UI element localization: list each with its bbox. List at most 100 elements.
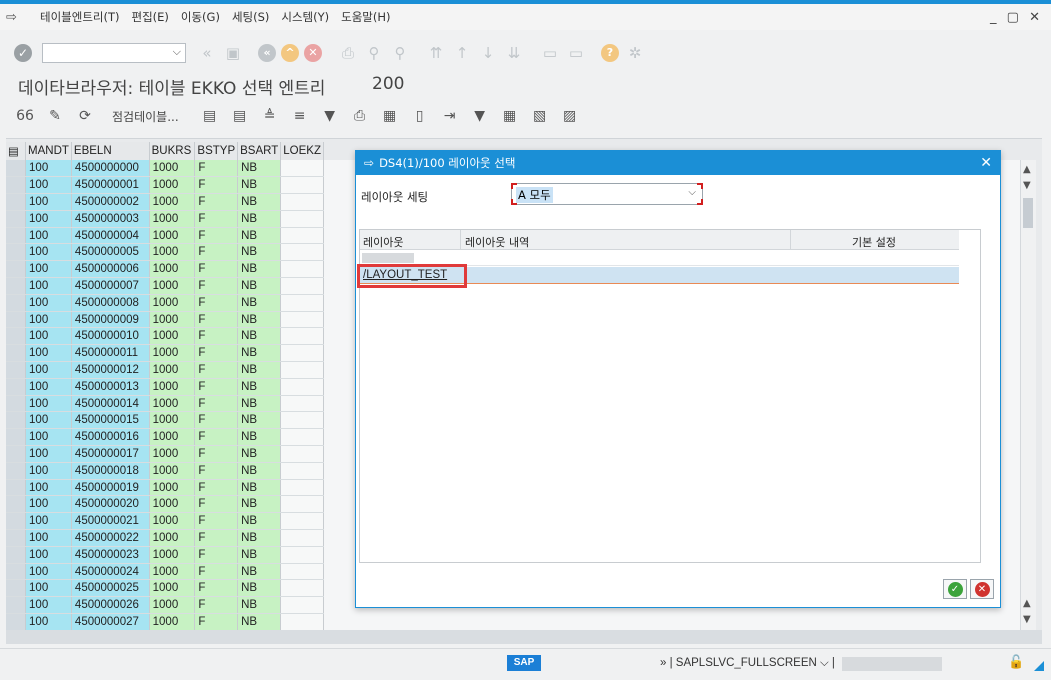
table-cell[interactable] [280, 243, 324, 262]
row-selector[interactable] [6, 243, 27, 262]
first-page-icon[interactable]: ⇈ [425, 43, 447, 63]
new-session-icon[interactable]: ▭ [539, 43, 561, 63]
row-selector[interactable] [6, 579, 27, 598]
select-column-alt-icon[interactable]: ▤ [229, 106, 251, 126]
table-cell[interactable]: F [194, 428, 239, 447]
table-cell[interactable]: 1000 [149, 327, 196, 346]
table-cell[interactable]: 4500000007 [71, 277, 150, 295]
table-cell[interactable]: NB [237, 243, 282, 262]
column-header-loekz[interactable]: LOEKZ [280, 142, 324, 160]
shortcut-icon[interactable]: ▭ [565, 43, 587, 63]
table-cell[interactable]: 4500000025 [71, 579, 150, 598]
table-cell[interactable]: 100 [25, 176, 72, 195]
table-cell[interactable]: NB [237, 176, 282, 195]
table-cell[interactable]: F [194, 529, 239, 547]
row-selector[interactable] [6, 546, 27, 564]
table-row[interactable]: 100 4500000014 1000 F NB [6, 395, 324, 413]
help-icon[interactable]: ? [601, 44, 619, 62]
table-cell[interactable]: 1000 [149, 311, 196, 329]
system-info[interactable]: » | SAPLSLVC_FULLSCREEN ⌵ | [660, 657, 835, 670]
table-cell[interactable] [280, 462, 324, 480]
table-cell[interactable]: 4500000017 [71, 445, 150, 463]
table-cell[interactable]: F [194, 344, 239, 363]
back-icon[interactable]: « [258, 44, 276, 62]
table-cell[interactable]: 1000 [149, 596, 196, 615]
table-cell[interactable]: NB [237, 479, 282, 497]
table-cell[interactable]: 1000 [149, 193, 196, 211]
row-selector[interactable] [6, 277, 27, 295]
table-cell[interactable]: NB [237, 411, 282, 430]
table-cell[interactable]: 4500000018 [71, 462, 150, 480]
sort-descending-icon[interactable]: ≡ [289, 106, 311, 126]
table-cell[interactable]: 1000 [149, 428, 196, 447]
table-cell[interactable]: 1000 [149, 445, 196, 463]
table-cell[interactable]: NB [237, 361, 282, 379]
table-cell[interactable]: 4500000004 [71, 227, 150, 245]
table-cell[interactable]: 1000 [149, 277, 196, 295]
menu-item-settings[interactable]: 세팅(S) [232, 9, 269, 25]
table-cell[interactable]: NB [237, 227, 282, 245]
column-header-ebeln[interactable]: EBELN [71, 142, 150, 160]
table-row[interactable]: 100 4500000008 1000 F NB [6, 294, 324, 312]
table-cell[interactable] [280, 176, 324, 195]
table-row[interactable]: 100 4500000009 1000 F NB [6, 311, 324, 329]
table-cell[interactable] [280, 277, 324, 295]
table-cell[interactable]: 1000 [149, 243, 196, 262]
confirm-button[interactable]: ✓ [943, 579, 967, 599]
table-cell[interactable]: 100 [25, 479, 72, 497]
table-cell[interactable]: 4500000026 [71, 596, 150, 615]
table-cell[interactable]: 100 [25, 546, 72, 564]
table-cell[interactable]: 100 [25, 462, 72, 480]
table-cell[interactable]: F [194, 210, 239, 228]
table-cell[interactable]: 4500000009 [71, 311, 150, 329]
enter-check-icon[interactable]: ✓ [14, 44, 32, 62]
table-cell[interactable]: 4500000027 [71, 613, 150, 631]
table-cell[interactable]: 100 [25, 512, 72, 531]
chevron-down-icon[interactable]: ⌵ [688, 187, 696, 198]
table-cell[interactable]: 1000 [149, 529, 196, 547]
table-row[interactable]: 100 4500000001 1000 F NB [6, 176, 324, 195]
cancel-icon[interactable]: ✕ [304, 44, 322, 62]
table-row[interactable]: 100 4500000016 1000 F NB [6, 428, 324, 447]
column-header-description[interactable]: 레이아웃 내역 [465, 234, 529, 250]
scroll-thumb[interactable] [1023, 198, 1033, 228]
previous-page-icon[interactable]: ↑ [451, 43, 473, 63]
table-cell[interactable]: 100 [25, 495, 72, 514]
table-cell[interactable]: NB [237, 613, 282, 631]
table-cell[interactable] [280, 445, 324, 463]
row-selector[interactable] [6, 445, 27, 463]
column-header-bstyp[interactable]: BSTYP [194, 142, 239, 160]
table-cell[interactable]: F [194, 563, 239, 581]
table-cell[interactable] [280, 160, 324, 178]
table-row[interactable]: 100 4500000021 1000 F NB [6, 512, 324, 531]
table-cell[interactable]: NB [237, 260, 282, 279]
table-cell[interactable]: NB [237, 512, 282, 531]
scroll-up-bottom-icon[interactable]: ▲ [1023, 598, 1031, 609]
row-selector[interactable] [6, 311, 27, 329]
table-row[interactable]: 100 4500000026 1000 F NB [6, 596, 324, 615]
column-header-bsart[interactable]: BSART [237, 142, 282, 160]
print-icon[interactable]: ⎙ [337, 43, 359, 63]
chevron-down-icon[interactable]: ⌵ [173, 45, 181, 59]
table-row[interactable]: 100 4500000020 1000 F NB [6, 495, 324, 514]
exit-icon[interactable]: ^ [281, 44, 299, 62]
table-cell[interactable]: F [194, 395, 239, 413]
table-cell[interactable]: F [194, 361, 239, 379]
dialog-menu-icon[interactable]: ⇨ [364, 156, 374, 170]
table-cell[interactable] [280, 344, 324, 363]
table-cell[interactable]: 4500000000 [71, 160, 150, 178]
row-selector[interactable] [6, 327, 27, 346]
horizontal-scroll-area[interactable] [6, 630, 1042, 644]
row-selector[interactable] [6, 227, 27, 245]
table-cell[interactable]: F [194, 411, 239, 430]
table-cell[interactable]: 100 [25, 361, 72, 379]
gear-icon[interactable]: ✲ [624, 43, 646, 63]
table-cell[interactable]: F [194, 327, 239, 346]
table-cell[interactable] [280, 546, 324, 564]
table-cell[interactable] [280, 327, 324, 346]
table-cell[interactable]: 4500000022 [71, 529, 150, 547]
close-icon[interactable]: ✕ [980, 155, 992, 171]
table-cell[interactable]: 100 [25, 210, 72, 228]
find-icon[interactable]: ⚲ [363, 43, 385, 63]
change-layout-icon[interactable]: ▧ [529, 106, 551, 126]
